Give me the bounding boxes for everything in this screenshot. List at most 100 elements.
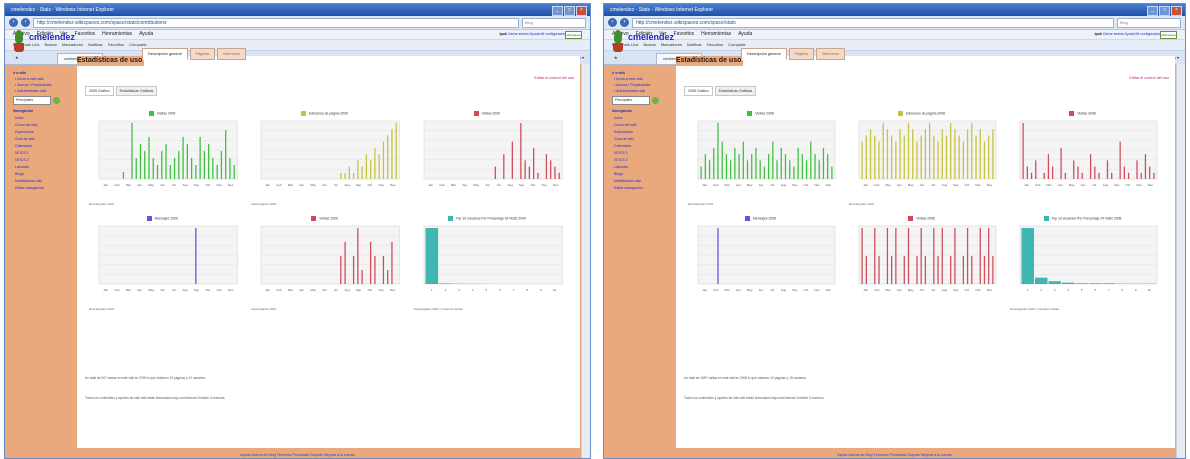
nav-link[interactable]: Inicio <box>614 116 667 120</box>
footer-link[interactable]: Soporte <box>310 453 324 457</box>
sidebar-item[interactable]: ▪ Inicia a este wiki <box>15 77 68 81</box>
forward-icon[interactable]: › <box>21 18 30 27</box>
nav-link[interactable]: Guia de wiki <box>15 137 68 141</box>
maximize-icon[interactable]: □ <box>1159 6 1170 16</box>
footer-link[interactable]: Ayuda <box>240 453 251 457</box>
url-field[interactable]: http://cmelendez.wikispaces.com/space/st… <box>33 17 519 28</box>
menu-item[interactable]: Favoritos <box>75 30 96 39</box>
menu-item[interactable]: Ayuda <box>139 30 153 39</box>
nav-link[interactable]: Laborato <box>614 165 667 169</box>
content-tab[interactable]: Páginas <box>788 48 815 60</box>
nav-link[interactable]: NTICS 1 <box>614 151 667 155</box>
nav-link[interactable]: Modificación wiki <box>614 179 667 183</box>
x-tick-label: Nov <box>379 183 385 187</box>
toolbar-link[interactable]: Notificar <box>88 40 103 50</box>
sidebar-item[interactable]: ▪ Inicia a este wiki <box>614 77 667 81</box>
top-link[interactable]: Ayuda <box>530 32 541 36</box>
content-tab[interactable]: Descripción general <box>741 48 787 60</box>
close-icon[interactable]: × <box>1171 6 1182 16</box>
minimize-icon[interactable]: _ <box>552 6 563 16</box>
change-link[interactable]: Editar el control del uso <box>1129 76 1169 80</box>
footer-link[interactable]: Mejorar a la cuenta <box>921 453 952 457</box>
wiki-brand[interactable]: cmelendez <box>628 32 674 42</box>
maximize-icon[interactable]: □ <box>564 6 575 16</box>
chart-bar <box>395 123 398 179</box>
toolbar-link[interactable]: Favoritos <box>707 40 723 50</box>
footer-link[interactable]: Blog <box>268 453 276 457</box>
footer-link[interactable]: Soporte <box>907 453 921 457</box>
nav-link[interactable]: Modificación wiki <box>15 179 68 183</box>
stats-subtab[interactable]: Estadísticas Gráficas <box>115 86 158 96</box>
scrollbar[interactable] <box>581 64 590 458</box>
footer-link[interactable]: Ayuda <box>837 453 848 457</box>
window-titlebar[interactable]: cmelendez - Stats - Windows Internet Exp… <box>604 4 1185 16</box>
top-link[interactable]: Mi configuración <box>1136 32 1161 36</box>
nav-link[interactable]: Editar navegación <box>614 186 667 190</box>
search-input[interactable]: Bing <box>1117 17 1181 28</box>
window-titlebar[interactable]: cmelendez - Stats - Windows Internet Exp… <box>5 4 590 16</box>
footer-link[interactable]: Términos <box>874 453 890 457</box>
footer-link[interactable]: Acerca de <box>251 453 268 457</box>
nav-link[interactable]: Guia de wiki <box>614 137 667 141</box>
wiki-select[interactable]: Principales <box>13 96 60 105</box>
footer-link[interactable]: Términos <box>277 453 293 457</box>
footer-link[interactable]: Privacidad <box>293 453 311 457</box>
forward-icon[interactable]: › <box>620 18 629 27</box>
menu-item[interactable]: Favoritos <box>674 30 695 39</box>
nav-link[interactable]: NTICS 2 <box>15 158 68 162</box>
sidebar-item[interactable]: ▪ Administrador wiki <box>15 89 68 93</box>
content-tab[interactable]: Descripción general <box>142 48 188 60</box>
top-link[interactable]: Ayuda <box>1125 32 1136 36</box>
favorites-star-icon[interactable]: ★ <box>9 53 25 63</box>
scrollbar[interactable] <box>1176 64 1185 458</box>
nav-link[interactable]: Blogs <box>614 172 667 176</box>
top-link[interactable]: Mi configuración <box>541 32 566 36</box>
nav-link[interactable]: Calendario <box>614 144 667 148</box>
wiki-brand[interactable]: cmelendez <box>29 32 75 42</box>
search-input[interactable]: Bing <box>522 17 586 28</box>
nav-link[interactable]: Cerca del wiki <box>614 123 667 127</box>
minimize-icon[interactable]: _ <box>1147 6 1158 16</box>
chart-bar <box>814 154 816 179</box>
change-link[interactable]: Editar el control del uso <box>534 76 574 80</box>
menu-item[interactable]: Herramientas <box>701 30 731 39</box>
back-icon[interactable]: ‹ <box>9 18 18 27</box>
content-tab[interactable]: Miembros <box>816 48 845 60</box>
wikispaces-button[interactable]: wikispaces <box>565 31 582 39</box>
content-tab[interactable]: Miembros <box>217 48 246 60</box>
nav-link[interactable]: Blogs <box>15 172 68 176</box>
sidebar-item[interactable]: ▪ Acerca / Propiedades <box>614 83 667 87</box>
content-tab[interactable]: Páginas <box>189 48 216 60</box>
wikispaces-button[interactable]: wikispaces <box>1160 31 1177 39</box>
toolbar-link[interactable]: Notificar <box>687 40 702 50</box>
chart-svg: Jan Feb Mar Apr May Jun Jul Aug Sep Oct Nov Dec <box>98 225 238 292</box>
nav-link[interactable]: Calendario <box>15 144 68 148</box>
footer-link[interactable]: Privacidad <box>890 453 908 457</box>
nav-link[interactable]: NTICS 1 <box>15 151 68 155</box>
nav-link[interactable]: Cerca del wiki <box>15 123 68 127</box>
menu-item[interactable]: Herramientas <box>102 30 132 39</box>
nav-link[interactable]: Inicio <box>15 116 68 120</box>
nav-link[interactable]: Editar navegación <box>15 186 68 190</box>
wiki-select[interactable]: Principales <box>612 96 659 105</box>
footer-link[interactable]: Mejorar a la cuenta <box>324 453 355 457</box>
close-icon[interactable]: × <box>576 6 587 16</box>
stats-subtab[interactable]: Estadísticas Gráficas <box>714 86 757 96</box>
nav-link[interactable]: Laborato <box>15 165 68 169</box>
menu-item[interactable]: Ayuda <box>738 30 752 39</box>
top-link[interactable]: Cerrar sesión <box>1103 32 1125 36</box>
stats-subtab[interactable]: 2009 Gráfico <box>85 86 114 96</box>
url-field[interactable]: http://cmelendez.wikispaces.com/space/st… <box>632 17 1114 28</box>
nav-link[interactable]: NTICS 2 <box>614 158 667 162</box>
sidebar-item[interactable]: ▪ Administrador wiki <box>614 89 667 93</box>
footer-link[interactable]: Acerca de <box>848 453 865 457</box>
sidebar-item[interactable]: ▪ Acerca / Propiedades <box>15 83 68 87</box>
top-link[interactable]: Cerrar sesión <box>508 32 530 36</box>
footer-link[interactable]: Blog <box>865 453 873 457</box>
nav-link[interactable]: Exploración <box>614 130 667 134</box>
back-icon[interactable]: ‹ <box>608 18 617 27</box>
stats-subtab[interactable]: 2008 Gráfico <box>684 86 713 96</box>
favorites-star-icon[interactable]: ★ <box>608 53 624 63</box>
toolbar-link[interactable]: Favoritos <box>108 40 124 50</box>
nav-link[interactable]: Exploración <box>15 130 68 134</box>
